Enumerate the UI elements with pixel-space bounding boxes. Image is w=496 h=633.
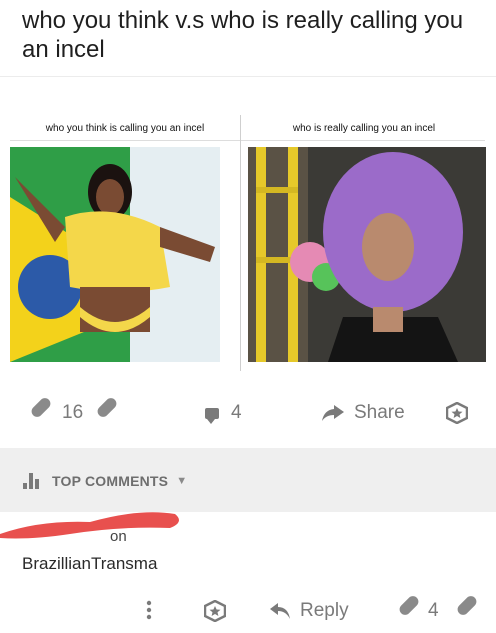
sort-bars-icon [22,473,44,489]
comments-button[interactable]: 4 [205,402,242,424]
pickle-icon [29,395,53,420]
vertical-dots-icon [146,600,152,620]
meme-divider-horizontal [10,140,485,141]
pickle-icon [397,593,421,618]
pickle-icon [95,395,119,420]
caption-left: who you think is calling you an incel [45,123,205,134]
comment-actions-bar: Reply 4 [0,593,496,632]
reply-label: Reply [300,600,349,621]
pickle-icon [455,593,479,618]
chevron-down-icon: ▼ [176,475,188,487]
share-button[interactable]: Share [322,402,405,424]
share-arrow-icon [322,405,344,421]
reply-button[interactable]: Reply [270,600,349,622]
redaction-scribble [0,512,179,539]
meme-image[interactable]: who you think is calling you an incel wh… [0,76,496,379]
vote-count: 16 [62,402,84,423]
comment-downvote-button[interactable] [455,593,479,618]
meme-divider-vertical [240,115,241,371]
comment-upvote-button[interactable] [397,593,421,618]
post-actions-bar: 16 4 Share [0,390,496,442]
comment-icon [205,407,219,424]
top-comments-label: TOP COMMENTS [52,473,169,489]
more-options-button[interactable] [146,600,152,620]
caption-right: who is really calling you an incel [292,123,436,134]
downvote-button[interactable] [95,395,119,420]
upvote-button[interactable] [29,395,53,420]
comment-count: 4 [231,402,242,423]
right-photo [248,147,486,362]
top-comments-sort[interactable]: TOP COMMENTS ▼ [22,473,187,489]
comment-award-button[interactable] [204,600,226,622]
award-star-icon [204,600,226,622]
comment-text: BrazillianTransma [22,554,158,573]
award-star-icon [446,402,468,424]
reply-arrow-icon [270,603,290,619]
left-photo [10,147,220,362]
comment-author-partial: on [110,528,127,545]
comment-vote-count: 4 [428,600,439,621]
award-button[interactable] [446,402,468,424]
share-label: Share [354,402,405,423]
post-title: who you think v.s who is really calling … [22,7,464,63]
